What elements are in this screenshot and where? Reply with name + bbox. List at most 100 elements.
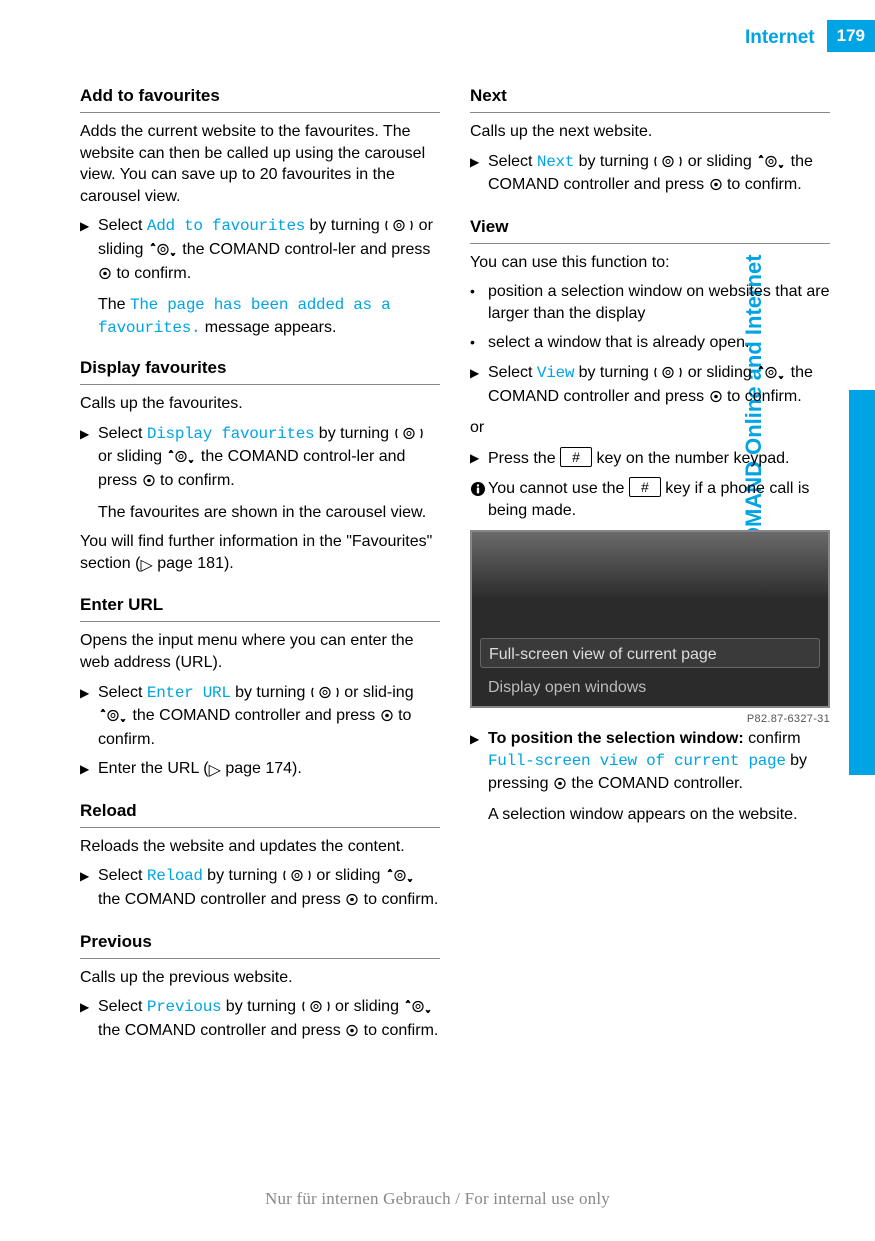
step-body: Press the # key on the number keypad. [488,447,830,470]
step-body: To position the selection window: confir… [488,728,830,796]
t: to confirm. [359,891,438,908]
bullet-2: • select a window that is already open. [470,332,830,354]
t: to confirm. [156,472,235,489]
step-body: Select Display favourites by turning or … [98,423,440,494]
footer-watermark: Nur für internen Gebrauch / For internal… [0,1188,875,1211]
info-icon [470,477,488,521]
t: the COMAND control- [178,241,338,258]
t: the COMAND control- [196,448,356,465]
rotate-controller-icon [282,867,312,889]
t: You cannot use the [488,480,629,497]
screenshot-frame: Full-screen view of current page Display… [470,530,830,708]
t: to confirm. [723,176,802,193]
t: by turning [221,998,300,1015]
text-or: or [470,417,830,439]
t: Press the [488,450,560,467]
t: ler and press [338,241,431,258]
step-lead-bold: To position the selection window: [488,730,744,747]
step-disp-fav: ▶ Select Display favourites by turning o… [80,423,440,494]
t: the COMAND controller and press [98,1022,345,1039]
heading-view: View [470,216,830,244]
hash-key-icon: # [560,447,592,467]
slide-controller-icon [403,998,433,1020]
slide-controller-icon [148,241,178,263]
step-body: Select Add to favourites by turning or s… [98,215,440,286]
t: Select [98,998,147,1015]
t: by turning [574,153,653,170]
step-marker-icon: ▶ [80,996,98,1043]
press-controller-icon [380,707,394,729]
slide-controller-icon [385,867,415,889]
t: The [98,296,130,313]
text-enter-url-desc: Opens the input menu where you can enter… [80,630,440,673]
t: Select [98,684,147,701]
t: the COMAND controller. [567,775,743,792]
step-next: ▶ Select Next by turning or sliding the … [470,151,830,198]
step-position-window: ▶ To position the selection window: conf… [470,728,830,796]
step-enter-url-1: ▶ Select Enter URL by turning or slid-in… [80,682,440,751]
note-text: You cannot use the # key if a phone call… [488,477,830,521]
text-view-desc: You can use this function to: [470,252,830,274]
t: by turning [203,867,282,884]
step-body: Select Reload by turning or sliding the … [98,865,440,912]
press-controller-icon [345,1022,359,1044]
header-section-title: Internet [745,20,827,52]
text-reload-desc: Reloads the website and updates the cont… [80,836,440,858]
heading-enter-url: Enter URL [80,594,440,622]
press-controller-icon [142,472,156,494]
bullet-text: position a selection window on websites … [488,281,830,324]
t: ing [392,684,413,701]
menu-add-to-favourites: Add to favourites [147,217,305,235]
t: key on the number keypad. [592,450,789,467]
menu-previous: Previous [147,998,221,1016]
step-result: A selection window appears on the websit… [488,804,830,826]
heading-reload: Reload [80,800,440,828]
step-marker-icon: ▶ [470,151,488,198]
step-marker-icon: ▶ [80,758,98,782]
step-body: Enter the URL (▷ page 174). [98,758,440,782]
screenshot-bg [472,532,828,600]
t: confirm [744,730,801,747]
step-body: Select Enter URL by turning or slid-ing … [98,682,440,751]
t: page 181). [153,555,234,572]
side-tab-bg [849,390,875,775]
t: the COMAND controller and press [98,891,345,908]
text-further-info: You will find further information in the… [80,531,440,576]
t: by turning [231,684,310,701]
text-add-fav-desc: Adds the current website to the favourit… [80,121,440,207]
hash-key-icon: # [629,477,661,497]
heading-next: Next [470,85,830,113]
t: message appears. [200,319,336,336]
t: or slid- [340,684,392,701]
screenshot-caption: P82.87-6327-31 [470,712,830,727]
step-reload: ▶ Select Reload by turning or sliding th… [80,865,440,912]
press-controller-icon [98,265,112,287]
press-controller-icon [345,891,359,913]
right-column: Next Calls up the next website. ▶ Select… [470,85,830,1051]
press-controller-icon [709,388,723,410]
rotate-controller-icon [310,684,340,706]
rotate-controller-icon [301,998,331,1020]
t: or sliding [331,998,404,1015]
rotate-controller-icon [384,217,414,239]
bullet-text: select a window that is already open. [488,332,830,354]
slide-controller-icon [166,448,196,470]
step-body: Select Next by turning or sliding the CO… [488,151,830,198]
heading-display-favourites: Display favourites [80,357,440,385]
page-number: 179 [827,20,875,52]
menu-display-favourites: Display favourites [147,425,314,443]
t: page 174). [221,760,302,777]
text-disp-fav-desc: Calls up the favourites. [80,393,440,415]
t: to confirm. [723,388,802,405]
t: Select [98,867,147,884]
rotate-controller-icon [653,364,683,386]
press-controller-icon [709,176,723,198]
menu-next: Next [537,153,574,171]
bullet-icon: • [470,332,488,354]
left-column: Add to favourites Adds the current websi… [80,85,440,1051]
step-marker-icon: ▶ [80,865,98,912]
rotate-controller-icon [653,153,683,175]
press-controller-icon [553,775,567,797]
bullet-icon: • [470,281,488,324]
page-header: Internet 179 [745,20,875,52]
